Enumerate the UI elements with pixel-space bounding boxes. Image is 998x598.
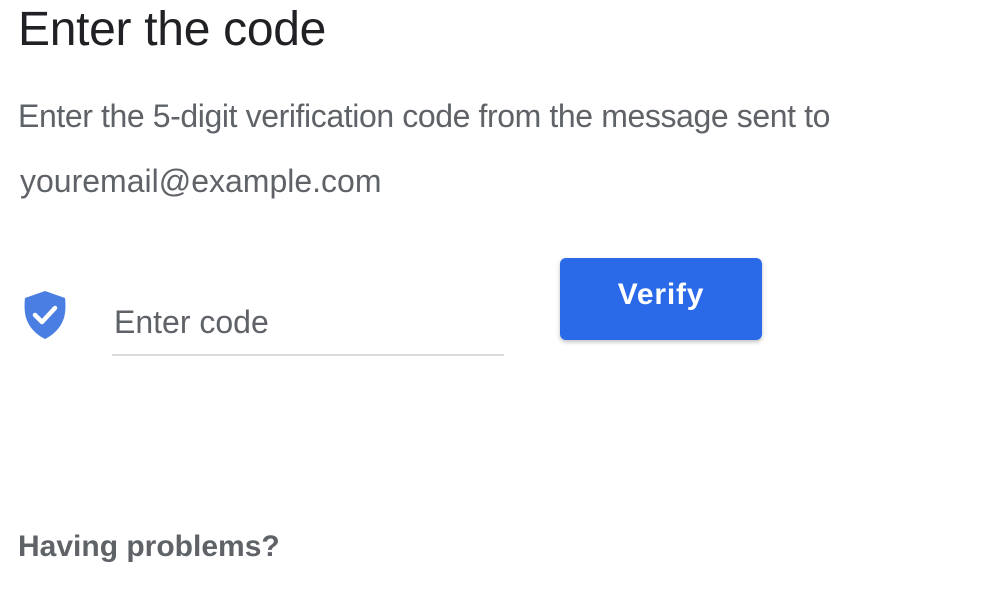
page-subtitle: Enter the 5-digit verification code from… (18, 98, 830, 134)
verify-button[interactable]: Verify (560, 258, 762, 340)
having-problems-link[interactable]: Having problems? (18, 530, 280, 564)
code-input[interactable] (112, 290, 504, 356)
shield-check-icon (22, 289, 68, 341)
page-title: Enter the code (18, 3, 327, 56)
recipient-email: youremail@example.com (20, 163, 382, 199)
